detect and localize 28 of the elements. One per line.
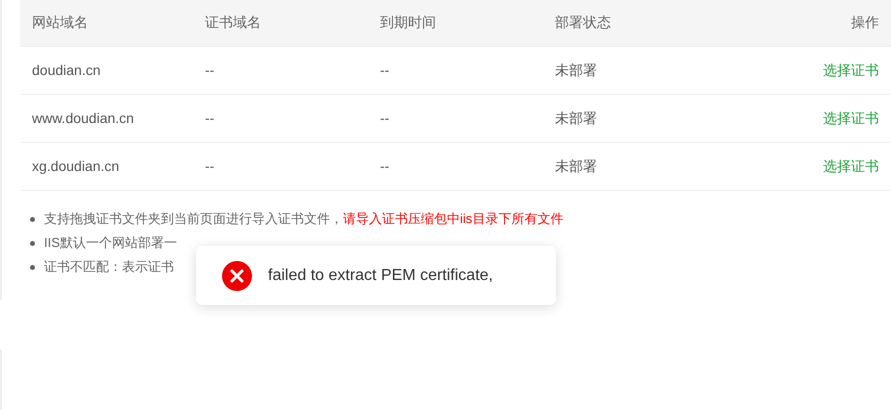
table-cell: --: [205, 62, 214, 78]
table-cell: --: [205, 110, 214, 126]
table-cell: --: [380, 110, 390, 126]
error-icon: [222, 260, 252, 290]
table-cell: --: [380, 158, 390, 174]
table-cell: --: [205, 158, 214, 174]
table-cell: doudian.cn: [32, 62, 101, 78]
column-header: 操作: [851, 14, 879, 30]
table-cell: 未部署: [555, 62, 597, 78]
select-certificate-link[interactable]: 选择证书: [823, 158, 879, 174]
table-cell: 未部署: [555, 158, 597, 174]
bullet-icon: [30, 240, 35, 246]
column-header: 部署状态: [555, 14, 611, 30]
select-certificate-link[interactable]: 选择证书: [823, 110, 879, 126]
bullet-icon: [30, 216, 35, 222]
bullet-icon: [30, 264, 35, 270]
table-cell: --: [380, 62, 390, 78]
column-header: 网站域名: [32, 14, 88, 30]
note-text: 支持拖拽证书文件夹到当前页面进行导入证书文件，请导入证书压缩包中iis目录下所有文件: [44, 210, 564, 228]
table-cell: 未部署: [555, 110, 597, 126]
table-cell: xg.doudian.cn: [32, 158, 120, 174]
table-cell: www.doudian.cn: [32, 110, 134, 126]
select-certificate-link[interactable]: 选择证书: [823, 62, 879, 78]
toast-message: failed to extract PEM certificate,: [268, 266, 493, 286]
column-header: 证书域名: [205, 14, 261, 30]
note-text: IIS默认一个网站部署一: [44, 234, 177, 252]
column-header: 到期时间: [380, 14, 436, 30]
note-text: 证书不匹配：表示证书: [44, 258, 174, 276]
